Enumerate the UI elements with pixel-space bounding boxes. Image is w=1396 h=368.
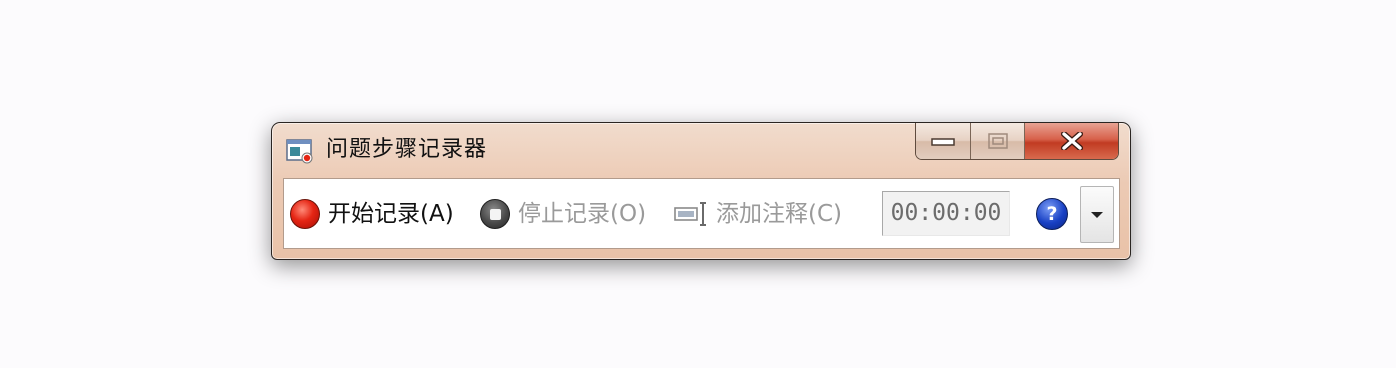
help-icon[interactable]: ? (1036, 198, 1068, 230)
start-record-label: 开始记录(A) (328, 201, 454, 227)
window-title: 问题步骤记录器 (326, 137, 488, 162)
record-icon (290, 199, 320, 229)
add-comment-label: 添加注释(C) (716, 201, 843, 227)
close-icon (1060, 132, 1083, 150)
close-button[interactable] (1025, 123, 1118, 159)
recorder-toolbar: 开始记录(A) 停止记录(O) 添加注释(C) 00:00:00 ? (283, 178, 1120, 249)
chevron-down-icon (1091, 211, 1103, 218)
maximize-button[interactable] (971, 123, 1025, 159)
elapsed-timer: 00:00:00 (882, 191, 1010, 236)
stop-icon (480, 199, 510, 229)
minimize-icon (931, 138, 955, 146)
menu-dropdown-button[interactable] (1080, 186, 1114, 243)
steps-recorder-icon[interactable] (286, 138, 314, 164)
start-record-button[interactable]: 开始记录(A) (290, 194, 454, 234)
caption-buttons (915, 123, 1119, 160)
maximize-icon (987, 133, 1008, 149)
stop-record-label: 停止记录(O) (518, 201, 647, 227)
steps-recorder-window: 问题步骤记录器 开始记录(A) 停止记录(O) 添加注释(C) 00:00:00… (271, 122, 1131, 260)
add-comment-button[interactable]: 添加注释(C) (674, 194, 842, 234)
stop-record-button[interactable]: 停止记录(O) (480, 194, 646, 234)
minimize-button[interactable] (916, 123, 971, 159)
comment-icon (674, 202, 706, 226)
